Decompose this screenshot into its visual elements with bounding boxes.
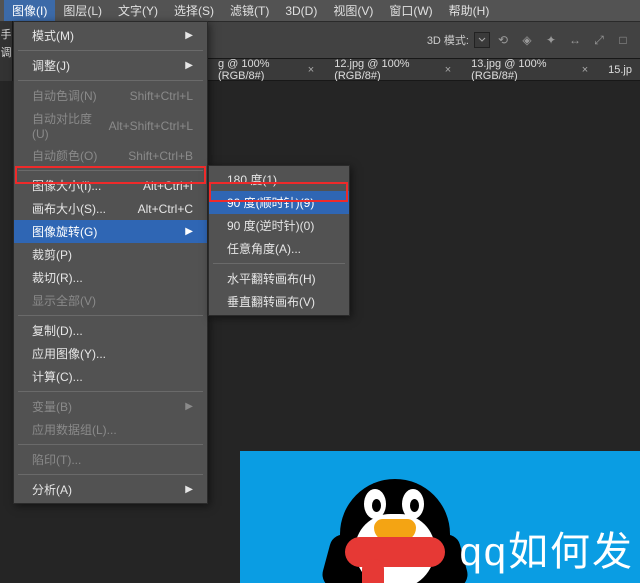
menu-item[interactable]: 分析(A) ▶ xyxy=(14,478,207,501)
tool-hint-1: 手 xyxy=(1,26,12,42)
menu-item-label: 分析(A) xyxy=(32,481,72,498)
submenu-item[interactable]: 90 度(顺时针)(9) xyxy=(209,191,349,214)
menu-item-label: 自动色调(N) xyxy=(32,87,97,104)
menu-item[interactable]: 图像旋转(G) ▶ xyxy=(14,220,207,243)
menu-item-label: 裁切(R)... xyxy=(32,269,83,286)
menu-item-label: 图像大小(I)... xyxy=(32,177,101,194)
menu-item: 应用数据组(L)... xyxy=(14,418,207,441)
menu-y[interactable]: 文字(Y) xyxy=(110,0,166,21)
chevron-right-icon: ▶ xyxy=(185,60,193,71)
menu-separator xyxy=(18,391,203,392)
menu-separator xyxy=(18,444,203,445)
menu-t[interactable]: 滤镜(T) xyxy=(222,0,277,21)
chevron-right-icon: ▶ xyxy=(185,30,193,41)
tab-label: 12.jpg @ 100%(RGB/8#) xyxy=(334,58,439,82)
menu-item-label: 计算(C)... xyxy=(32,368,83,385)
menu-item-label: 复制(D)... xyxy=(32,322,83,339)
3d-tool-6[interactable]: □ xyxy=(612,29,634,51)
menu-separator xyxy=(18,315,203,316)
submenu-item[interactable]: 水平翻转画布(H) xyxy=(209,267,349,290)
menu-item-shortcut: Shift+Ctrl+L xyxy=(130,89,193,103)
menu-item-label: 应用数据组(L)... xyxy=(32,421,117,438)
close-icon[interactable]: × xyxy=(582,64,588,76)
menu-item-label: 模式(M) xyxy=(32,27,74,44)
chevron-right-icon: ▶ xyxy=(185,401,193,412)
menu-item: 自动颜色(O) Shift+Ctrl+B xyxy=(14,144,207,167)
document-tab-3[interactable]: 15.jp xyxy=(600,59,640,81)
menu-h[interactable]: 帮助(H) xyxy=(441,0,498,21)
tab-label: 13.jpg @ 100%(RGB/8#) xyxy=(471,58,576,82)
3d-tool-5[interactable]: ⤢ xyxy=(588,29,610,51)
menu-item: 显示全部(V) xyxy=(14,289,207,312)
menu-item: 自动对比度(U)Alt+Shift+Ctrl+L xyxy=(14,107,207,144)
menu-l[interactable]: 图层(L) xyxy=(55,0,110,21)
menu-i[interactable]: 图像(I) xyxy=(4,0,55,21)
submenu-item[interactable]: 180 度(1) xyxy=(209,168,349,191)
menu-item-label: 陷印(T)... xyxy=(32,451,81,468)
3d-tool-1[interactable]: ⟲ xyxy=(492,29,514,51)
3d-tool-2[interactable]: ◈ xyxy=(516,29,538,51)
menu-item-label: 自动颜色(O) xyxy=(32,147,97,164)
menu-item[interactable]: 画布大小(S)... Alt+Ctrl+C xyxy=(14,197,207,220)
chevron-down-icon xyxy=(478,36,486,44)
document-tab-2[interactable]: 13.jpg @ 100%(RGB/8#) × xyxy=(463,59,596,81)
menu-item[interactable]: 裁切(R)... xyxy=(14,266,207,289)
menu-s[interactable]: 选择(S) xyxy=(166,0,222,21)
menu-item-shortcut: Alt+Ctrl+I xyxy=(143,179,193,193)
menu-item-label: 画布大小(S)... xyxy=(32,200,106,217)
menu-item-shortcut: Alt+Shift+Ctrl+L xyxy=(109,119,193,133)
menu-item[interactable]: 调整(J) ▶ xyxy=(14,54,207,77)
document-tab-0[interactable]: g @ 100%(RGB/8#) × xyxy=(210,59,322,81)
menu-v[interactable]: 视图(V) xyxy=(325,0,381,21)
document-tab-1[interactable]: 12.jpg @ 100%(RGB/8#) × xyxy=(326,59,459,81)
menu-item: 变量(B) ▶ xyxy=(14,395,207,418)
menu-item[interactable]: 裁剪(P) xyxy=(14,243,207,266)
close-icon[interactable]: × xyxy=(308,64,314,76)
submenu-item[interactable]: 任意角度(A)... xyxy=(209,237,349,260)
close-icon[interactable]: × xyxy=(445,64,451,76)
menu-item-label: 变量(B) xyxy=(32,398,72,415)
3d-tool-3[interactable]: ✦ xyxy=(540,29,562,51)
canvas-text: qq如何发 xyxy=(460,519,635,577)
menu-item[interactable]: 应用图像(Y)... xyxy=(14,342,207,365)
3d-mode-label: 3D 模式: xyxy=(427,32,469,48)
menubar: 图像(I)图层(L)文字(Y)选择(S)滤镜(T)3D(D)视图(V)窗口(W)… xyxy=(0,0,640,21)
menu-separator xyxy=(213,263,345,264)
tab-label: g @ 100%(RGB/8#) xyxy=(218,58,302,82)
3d-mode-dropdown[interactable] xyxy=(474,32,490,48)
menu-item-label: 自动对比度(U) xyxy=(32,110,109,141)
tool-options-left: 手 调 xyxy=(0,21,13,81)
menu-item-shortcut: Alt+Ctrl+C xyxy=(138,202,193,216)
menu-item-label: 调整(J) xyxy=(32,57,70,74)
chevron-right-icon: ▶ xyxy=(185,226,193,237)
menu-item: 陷印(T)... xyxy=(14,448,207,471)
menu-dd[interactable]: 3D(D) xyxy=(277,2,325,20)
menu-separator xyxy=(18,474,203,475)
menu-separator xyxy=(18,170,203,171)
submenu-item[interactable]: 90 度(逆时针)(0) xyxy=(209,214,349,237)
menu-separator xyxy=(18,50,203,51)
menu-item-label: 显示全部(V) xyxy=(32,292,96,309)
tab-label: 15.jp xyxy=(608,64,632,76)
menu-item[interactable]: 模式(M) ▶ xyxy=(14,24,207,47)
document-content: qq如何发 xyxy=(240,451,640,583)
menu-item-label: 图像旋转(G) xyxy=(32,223,97,240)
image-rotation-submenu: 180 度(1)90 度(顺时针)(9)90 度(逆时针)(0)任意角度(A).… xyxy=(208,165,350,316)
menu-item-label: 裁剪(P) xyxy=(32,246,72,263)
menu-item-shortcut: Shift+Ctrl+B xyxy=(128,149,193,163)
image-menu: 模式(M)▶调整(J)▶自动色调(N)Shift+Ctrl+L自动对比度(U)A… xyxy=(13,21,208,504)
tool-hint-2: 调 xyxy=(1,44,12,60)
3d-tool-4[interactable]: ↔ xyxy=(564,29,586,51)
menu-item[interactable]: 复制(D)... xyxy=(14,319,207,342)
menu-w[interactable]: 窗口(W) xyxy=(381,0,440,21)
menu-item: 自动色调(N) Shift+Ctrl+L xyxy=(14,84,207,107)
penguin-graphic xyxy=(320,459,470,583)
menu-item[interactable]: 计算(C)... xyxy=(14,365,207,388)
submenu-item[interactable]: 垂直翻转画布(V) xyxy=(209,290,349,313)
menu-item-label: 应用图像(Y)... xyxy=(32,345,106,362)
menu-item[interactable]: 图像大小(I)... Alt+Ctrl+I xyxy=(14,174,207,197)
chevron-right-icon: ▶ xyxy=(185,484,193,495)
menu-separator xyxy=(18,80,203,81)
